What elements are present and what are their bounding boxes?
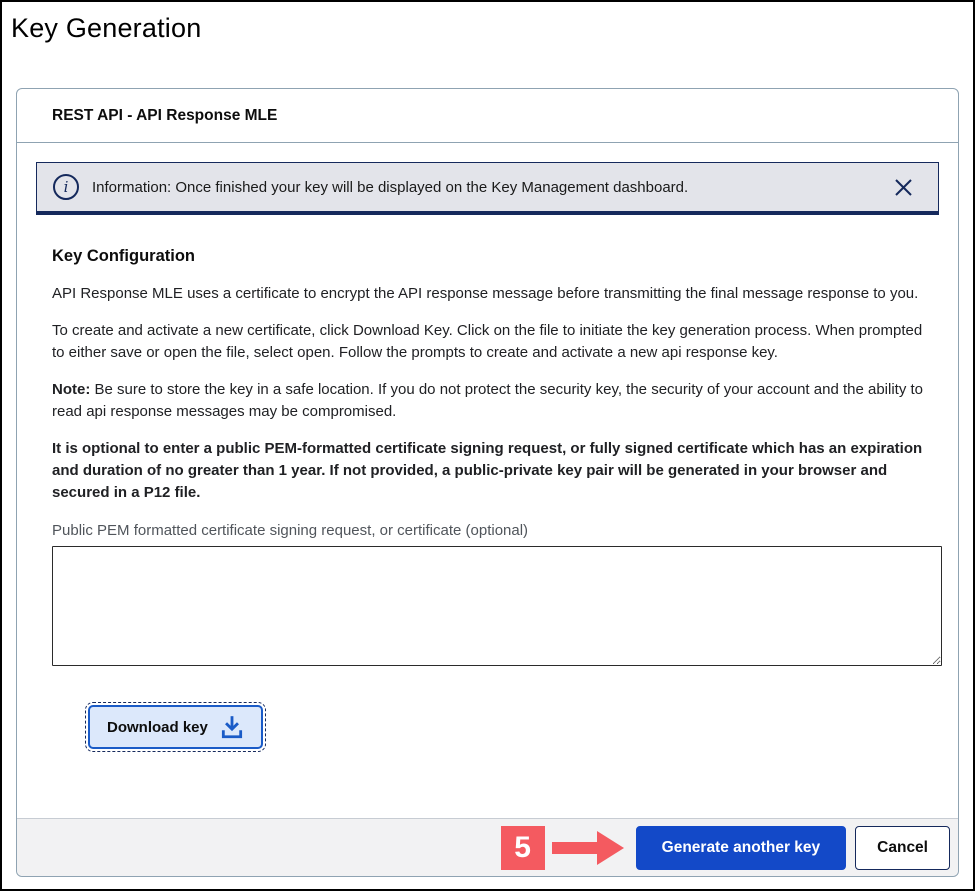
card-footer: 5 Generate another key Cancel xyxy=(17,818,958,876)
paragraph-intro: API Response MLE uses a certificate to e… xyxy=(52,283,941,305)
info-banner-text: Information: Once finished your key will… xyxy=(92,179,688,196)
card-header: REST API - API Response MLE xyxy=(17,89,958,143)
cancel-button[interactable]: Cancel xyxy=(855,826,950,870)
key-generation-card: REST API - API Response MLE i Informatio… xyxy=(16,88,959,877)
card-title: REST API - API Response MLE xyxy=(52,107,277,124)
page-title: Key Generation xyxy=(11,12,973,44)
download-key-button[interactable]: Download key xyxy=(88,705,263,749)
info-banner: i Information: Once finished your key wi… xyxy=(36,162,939,215)
card-body: i Information: Once finished your key wi… xyxy=(17,143,958,818)
download-key-label: Download key xyxy=(107,719,208,736)
close-icon[interactable] xyxy=(891,175,916,200)
paragraph-note: Note: Be sure to store the key in a safe… xyxy=(52,379,941,423)
section-heading: Key Configuration xyxy=(52,247,941,266)
download-icon xyxy=(219,715,245,739)
right-arrow-icon xyxy=(552,831,624,865)
pem-textarea[interactable] xyxy=(52,546,942,666)
generate-another-key-button[interactable]: Generate another key xyxy=(636,826,847,870)
info-icon: i xyxy=(53,174,79,200)
step-5-annotation: 5 xyxy=(501,826,545,870)
close-x-glyph xyxy=(893,177,914,198)
paragraph-instructions: To create and activate a new certificate… xyxy=(52,320,941,364)
page: { "page": { "title": "Key Generation" },… xyxy=(0,0,975,891)
key-configuration-section: Key Configuration API Response MLE uses … xyxy=(17,215,958,749)
note-label: Note: xyxy=(52,381,90,398)
paragraph-optional-pem: It is optional to enter a public PEM-for… xyxy=(52,438,941,504)
note-text: Be sure to store the key in a safe locat… xyxy=(52,381,923,420)
pem-textarea-label: Public PEM formatted certificate signing… xyxy=(52,522,941,539)
